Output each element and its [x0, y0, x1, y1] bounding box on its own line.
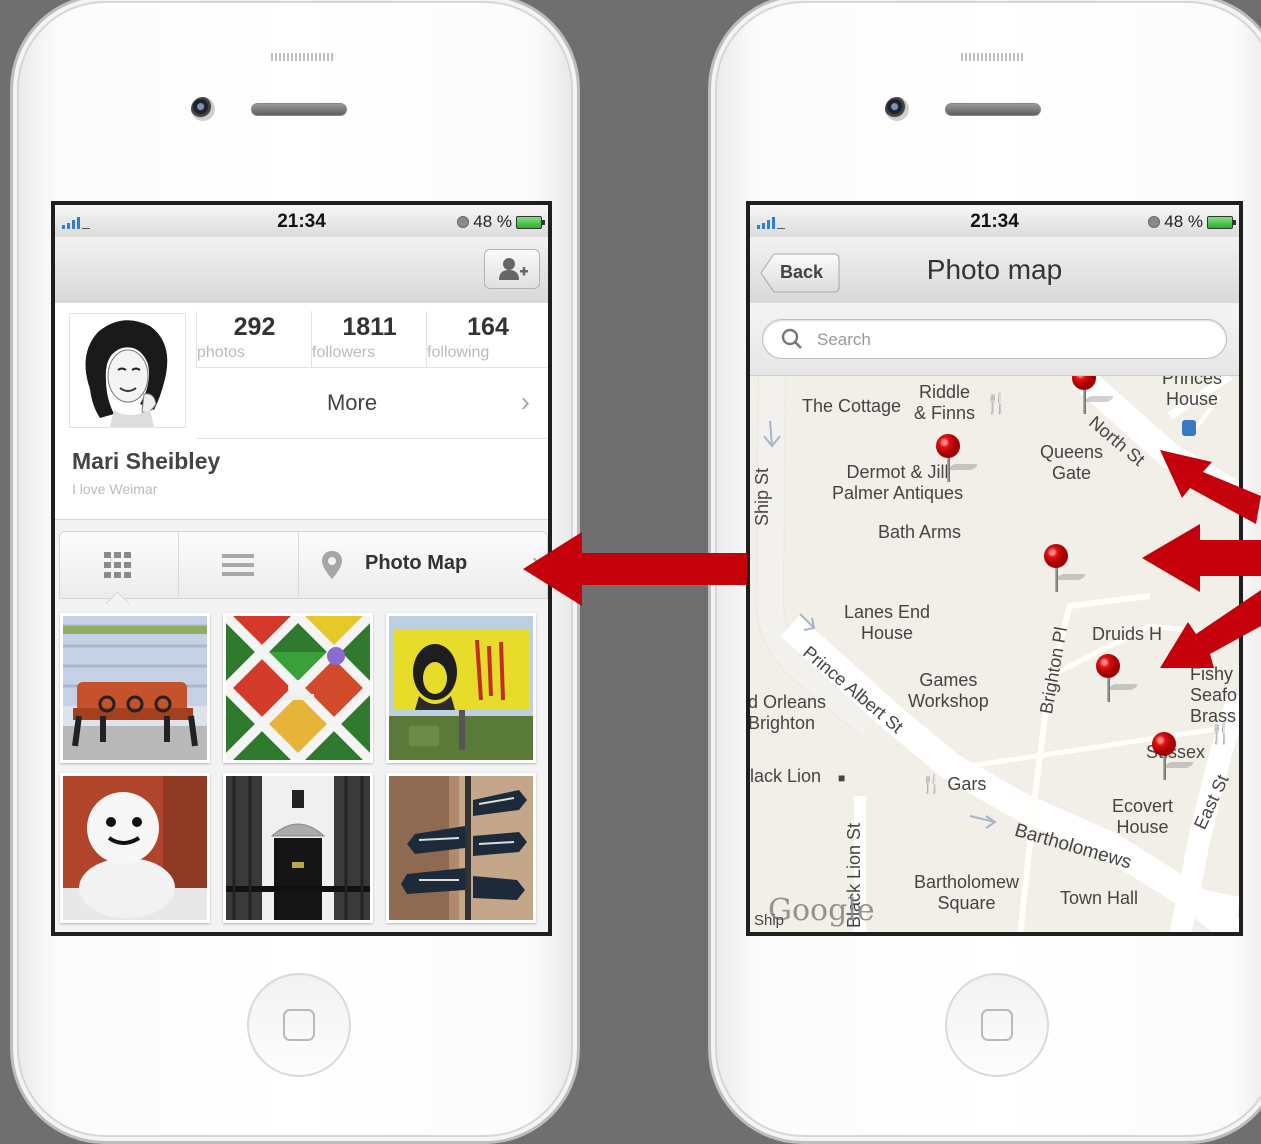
arrow-to-pin-lower [1160, 590, 1261, 668]
arrow-to-pin-top [1160, 450, 1261, 524]
arrow-to-photo-map [523, 532, 747, 606]
annotation-arrows [523, 450, 1261, 668]
arrow-to-pin-middle [1142, 524, 1261, 592]
